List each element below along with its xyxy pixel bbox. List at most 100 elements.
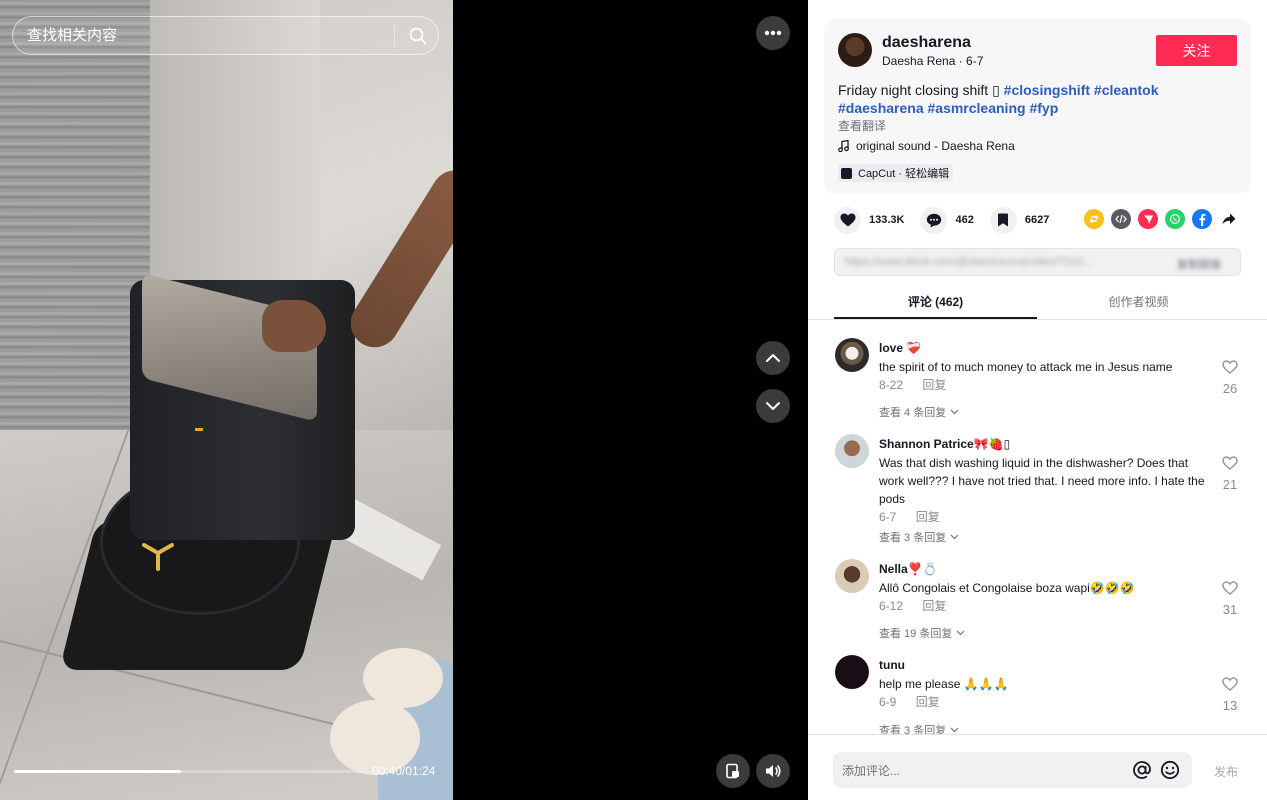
video-hand (262, 300, 326, 352)
video-progress-fill (14, 770, 181, 773)
emoji-icon[interactable] (1159, 759, 1181, 781)
reply-button[interactable]: 回复 (916, 510, 940, 524)
comment-text: the spirit of to much money to attack me… (879, 360, 1173, 374)
video-arm (341, 161, 453, 357)
video-area: 00:40/01:24 查找相关内容 (0, 0, 808, 800)
comment-input[interactable]: 添加评论... (833, 752, 1192, 788)
video-link-box[interactable]: https://www.tiktok.com/@daesharena/video… (834, 248, 1241, 276)
pip-icon (726, 763, 739, 779)
search-icon (409, 27, 427, 45)
commenter-name[interactable]: love ❤️‍🩹 (879, 341, 921, 355)
embed-icon[interactable] (1111, 209, 1131, 229)
comment-like-button[interactable]: 21 (1218, 456, 1242, 492)
description-text: Friday night closing shift ▯ (838, 82, 1000, 98)
floating-player-button[interactable] (716, 754, 750, 788)
commenter-name[interactable]: Shannon Patrice🎀🍓▯ (879, 437, 1010, 451)
hashtag-link[interactable]: #closingshift (1004, 82, 1090, 98)
heart-icon (834, 206, 861, 234)
comment-meta: 6-12 回复 (879, 597, 946, 614)
chevron-down-icon (950, 534, 959, 540)
tab-creator-videos[interactable]: 创作者视频 (1037, 288, 1240, 318)
author-username[interactable]: daesharena (882, 34, 971, 52)
more-options-button[interactable] (756, 16, 790, 50)
comment-meta: 6-9 回复 (879, 693, 940, 710)
hashtag-link[interactable]: #daesharena (838, 100, 924, 116)
share-arrow-icon[interactable] (1219, 209, 1239, 229)
video-description: Friday night closing shift ▯ #closingshi… (838, 81, 1238, 117)
whatsapp-icon[interactable] (1165, 209, 1185, 229)
save-button[interactable]: 6627 (989, 206, 1050, 234)
heart-outline-icon (1222, 677, 1238, 691)
comment-placeholder: 添加评论... (842, 764, 901, 778)
comment-item: Shannon Patrice🎀🍓▯ Was that dish washing… (808, 418, 1267, 544)
author-avatar[interactable] (838, 33, 872, 67)
video-player[interactable]: 00:40/01:24 (0, 0, 453, 800)
commenter-name[interactable]: Nella❣️💍 (879, 562, 938, 576)
video-curtain (0, 0, 150, 470)
commenter-name[interactable]: tunu (879, 658, 905, 672)
bookmark-icon (989, 206, 1017, 234)
comment-count: 462 (955, 214, 974, 226)
volume-icon (766, 765, 781, 777)
follow-button[interactable]: 关注 (1156, 35, 1237, 66)
comment-button[interactable]: 462 (920, 206, 974, 234)
comment-text: Was that dish washing liquid in the dish… (879, 456, 1205, 506)
comment-like-button[interactable]: 13 (1218, 677, 1242, 713)
search-input[interactable]: 查找相关内容 (27, 26, 387, 46)
comment-icon (920, 206, 948, 234)
hashtag-link[interactable]: #fyp (1029, 100, 1058, 116)
comment-item: tunu help me please 🙏🙏🙏 6-9 回复 查看 3 条回复 … (808, 639, 1267, 734)
music-link[interactable]: original sound - Daesha Rena (838, 139, 1015, 153)
search-divider (394, 25, 395, 47)
translate-link[interactable]: 查看翻译 (838, 117, 886, 134)
action-bar: 133.3K 462 6627 (834, 206, 1065, 234)
volume-button[interactable] (756, 754, 790, 788)
comment-like-count: 21 (1222, 477, 1238, 492)
comment-date: 6-7 (879, 510, 897, 524)
video-progress-bar[interactable] (14, 770, 364, 773)
like-button[interactable]: 133.3K (834, 206, 905, 234)
search-bar[interactable]: 查找相关内容 (12, 16, 439, 55)
chevron-up-icon (766, 354, 780, 362)
reply-button[interactable]: 回复 (922, 599, 946, 613)
video-slipper (363, 648, 443, 708)
robot-logo (142, 543, 174, 571)
comment-date: 8-22 (879, 378, 904, 392)
previous-video-button[interactable] (756, 341, 790, 375)
commenter-avatar[interactable] (835, 338, 869, 372)
search-button[interactable] (403, 22, 433, 50)
comment-date: 6-12 (879, 599, 904, 613)
video-link-text: https://www.tiktok.com/@daesharena/video… (845, 256, 1093, 268)
video-time: 00:40/01:24 (372, 764, 436, 778)
comment-like-count: 31 (1222, 602, 1238, 617)
capcut-badge[interactable]: CapCut · 轻松编辑 (838, 164, 954, 182)
mention-icon[interactable] (1131, 759, 1153, 781)
comment-input-bar: 添加评论... 发布 (808, 734, 1267, 800)
music-label: original sound - Daesha Rena (856, 139, 1015, 153)
commenter-avatar[interactable] (835, 434, 869, 468)
copy-link-button[interactable]: 复制链接 (1177, 256, 1221, 272)
post-comment-button[interactable]: 发布 (1214, 763, 1238, 780)
commenter-avatar[interactable] (835, 559, 869, 593)
commenter-avatar[interactable] (835, 655, 869, 689)
view-replies-label: 查看 3 条回复 (879, 725, 947, 734)
tab-comments[interactable]: 评论 (462) (834, 288, 1037, 319)
save-count: 6627 (1024, 214, 1050, 226)
reply-button[interactable]: 回复 (922, 378, 946, 392)
comment-like-count: 26 (1222, 381, 1238, 396)
chevron-down-icon (956, 630, 965, 636)
next-video-button[interactable] (756, 389, 790, 423)
view-replies-button[interactable]: 查看 3 条回复 (879, 722, 959, 734)
hashtag-link[interactable]: #asmrcleaning (928, 100, 1026, 116)
hashtag-link[interactable]: #cleantok (1094, 82, 1159, 98)
send-icon[interactable] (1138, 209, 1158, 229)
comment-like-button[interactable]: 31 (1218, 581, 1242, 617)
details-panel: daesharena Daesha Rena · 6-7 关注 Friday n… (808, 0, 1267, 800)
like-count: 133.3K (869, 214, 905, 226)
facebook-icon[interactable] (1192, 209, 1212, 229)
comment-like-button[interactable]: 26 (1218, 360, 1242, 396)
repost-icon[interactable] (1084, 209, 1104, 229)
reply-button[interactable]: 回复 (916, 695, 940, 709)
capcut-icon (841, 167, 852, 179)
author-card: daesharena Daesha Rena · 6-7 关注 Friday n… (824, 19, 1251, 194)
